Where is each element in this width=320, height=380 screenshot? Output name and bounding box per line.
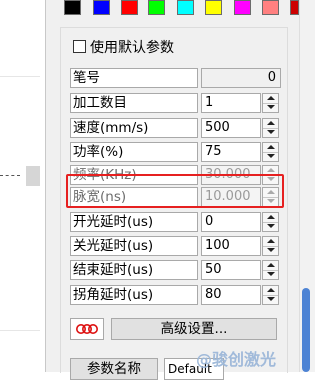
- laser-off-delay-spinner[interactable]: [262, 236, 279, 256]
- param-label-power: 功率(%): [70, 142, 198, 162]
- left-handle[interactable]: [26, 166, 40, 186]
- param-label-laser-off-delay: 关光延时(us): [70, 236, 198, 256]
- pen-color-swatch-green[interactable]: [148, 0, 165, 15]
- left-divider-bottom: [0, 330, 40, 331]
- pen-color-swatch-magenta[interactable]: [234, 0, 251, 15]
- pen-color-swatch-black[interactable]: [64, 0, 81, 15]
- end-delay-input[interactable]: 50: [201, 260, 261, 280]
- fiber-laser-icon[interactable]: [70, 318, 104, 340]
- highlight-box: [66, 174, 284, 208]
- power-input[interactable]: 75: [201, 142, 261, 162]
- advanced-settings-button[interactable]: 高级设置...: [111, 318, 277, 340]
- spin-down-icon[interactable]: [263, 270, 278, 279]
- pen-color-swatch-yellow[interactable]: [205, 0, 222, 15]
- pen-color-swatch-cyan[interactable]: [177, 0, 194, 15]
- pen-color-swatch-blue[interactable]: [93, 0, 110, 15]
- pen-number-value: 0: [201, 68, 281, 88]
- param-label-mark-count: 加工数目: [70, 93, 198, 113]
- speed-spinner[interactable]: [262, 118, 279, 138]
- pen-color-swatch-red[interactable]: [121, 0, 138, 15]
- spin-down-icon[interactable]: [263, 103, 278, 112]
- left-dashed-line: [0, 175, 20, 176]
- param-label-end-delay: 结束延时(us): [70, 260, 198, 280]
- use-default-label: 使用默认参数: [90, 40, 174, 56]
- pen-color-swatch-darkred[interactable]: [290, 0, 299, 15]
- laser-off-delay-input[interactable]: 100: [201, 236, 261, 256]
- pen-color-swatch-pink[interactable]: [262, 0, 279, 15]
- laser-on-delay-input[interactable]: 0: [201, 212, 261, 232]
- spin-down-icon[interactable]: [263, 246, 278, 255]
- scrollbar-thumb[interactable]: [302, 288, 310, 372]
- corner-delay-input[interactable]: 80: [201, 285, 261, 305]
- watermark-text: @骏创激光: [196, 350, 277, 369]
- spin-down-icon[interactable]: [263, 222, 278, 231]
- speed-input[interactable]: 500: [201, 118, 261, 138]
- param-label-speed: 速度(mm/s): [70, 118, 198, 138]
- end-delay-spinner[interactable]: [262, 260, 279, 280]
- laser-rings-icon: [76, 324, 98, 334]
- param-label-corner-delay: 拐角延时(us): [70, 285, 198, 305]
- mark-count-spinner[interactable]: [262, 93, 279, 113]
- param-label-laser-on-delay: 开光延时(us): [70, 212, 198, 232]
- param-name-button[interactable]: 参数名称: [70, 358, 158, 380]
- mark-count-input[interactable]: 1: [201, 93, 261, 113]
- corner-delay-spinner[interactable]: [262, 285, 279, 305]
- use-default-checkbox[interactable]: [73, 40, 86, 53]
- param-label-pen-number: 笔号: [70, 68, 198, 88]
- spin-down-icon[interactable]: [263, 152, 278, 161]
- spin-down-icon[interactable]: [263, 128, 278, 137]
- laser-on-delay-spinner[interactable]: [262, 212, 279, 232]
- left-divider: [0, 76, 40, 77]
- power-spinner[interactable]: [262, 142, 279, 162]
- spin-down-icon[interactable]: [263, 295, 278, 304]
